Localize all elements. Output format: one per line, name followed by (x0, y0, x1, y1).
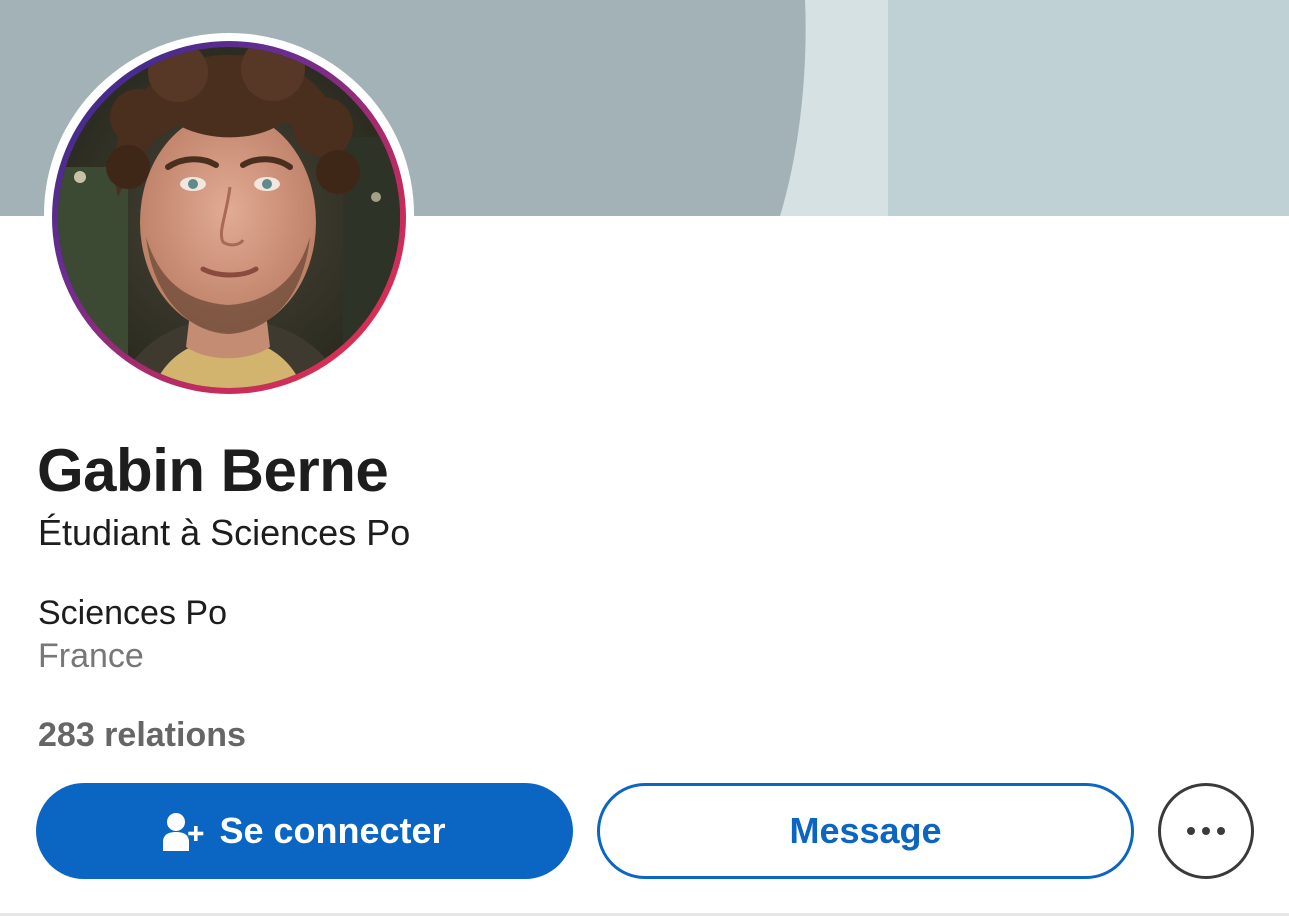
ellipsis-dot (1202, 827, 1210, 835)
avatar[interactable] (58, 47, 400, 388)
connect-button-label: Se connecter (219, 810, 446, 851)
message-button-label: Message (789, 810, 942, 851)
profile-headline: Étudiant à Sciences Po (38, 512, 411, 553)
profile-location: France (38, 637, 144, 675)
message-button[interactable]: Message (597, 783, 1134, 879)
profile-name: Gabin Berne (37, 437, 389, 504)
more-options-button[interactable] (1158, 783, 1254, 879)
add-person-icon (163, 812, 205, 852)
ellipsis-icon (1187, 827, 1195, 835)
connections-count[interactable]: 283 relations (38, 716, 246, 755)
connect-button[interactable]: Se connecter (36, 783, 573, 879)
ellipsis-dot (1217, 827, 1225, 835)
profile-school[interactable]: Sciences Po (38, 594, 227, 633)
